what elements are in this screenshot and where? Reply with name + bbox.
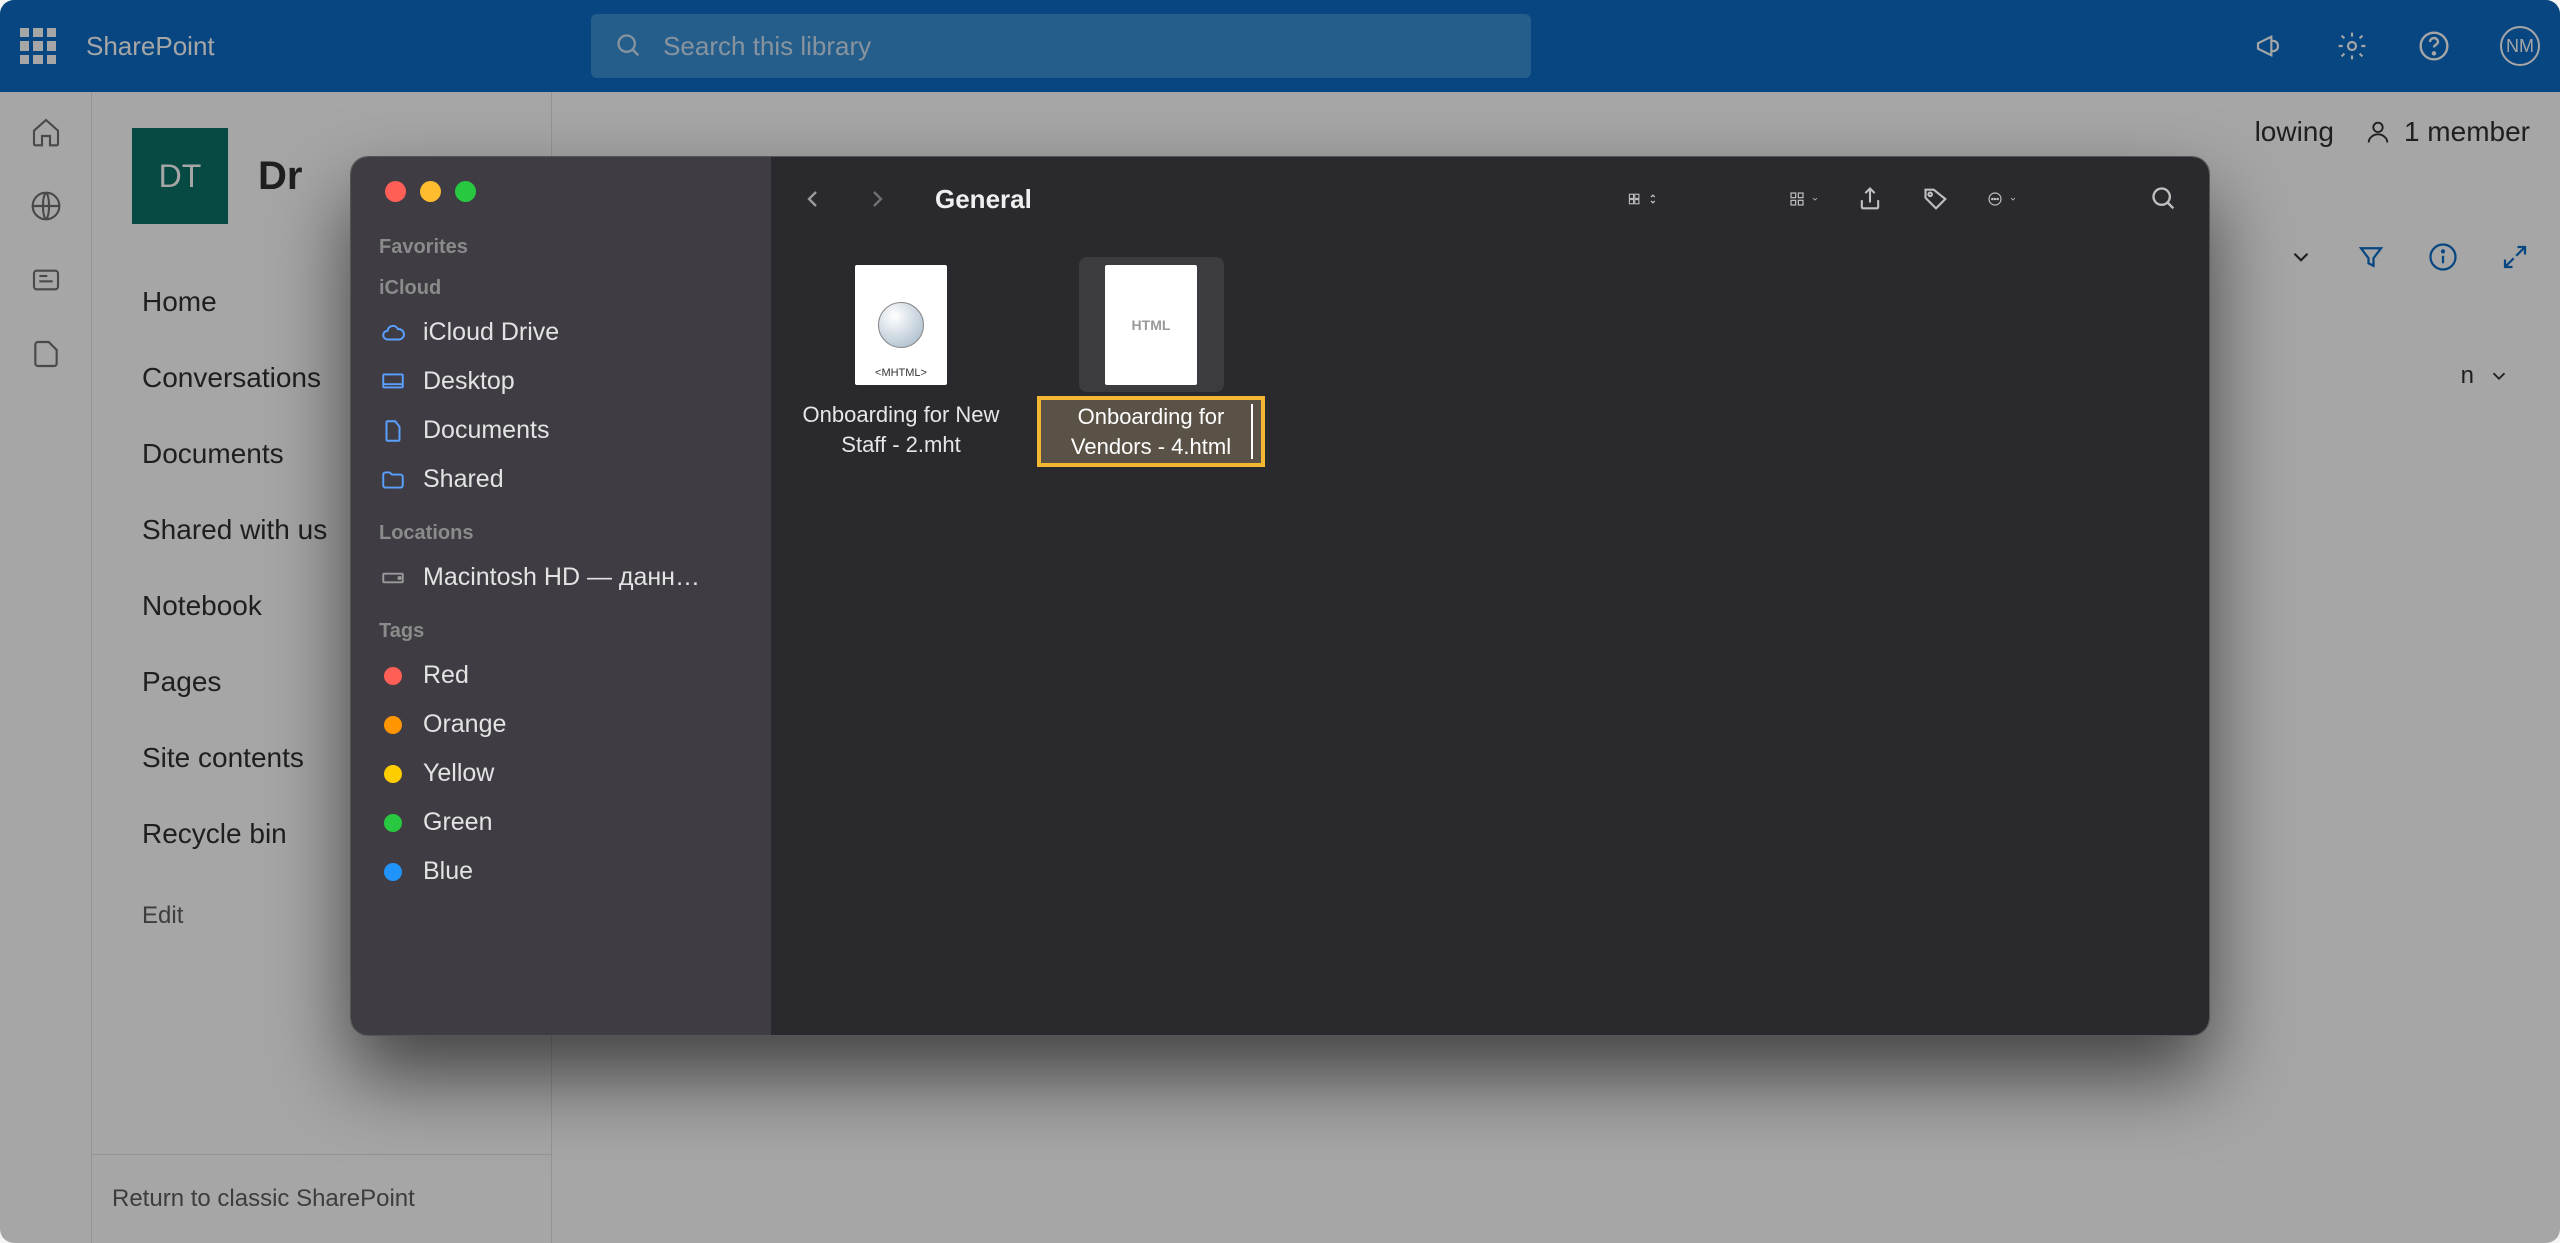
- sidebar-macintosh-hd[interactable]: Macintosh HD — данн…: [371, 553, 751, 602]
- file-name-label: Onboarding for New Staff - 2.mht: [791, 400, 1011, 459]
- search-button[interactable]: [2149, 184, 2179, 214]
- finder-sidebar: Favorites iCloud iCloud Drive Desktop Do…: [351, 157, 771, 1035]
- group-button[interactable]: [1789, 184, 1819, 214]
- window-controls: [371, 181, 751, 202]
- finder-window: Favorites iCloud iCloud Drive Desktop Do…: [350, 156, 2210, 1036]
- sidebar-tag-red[interactable]: Red: [371, 651, 751, 700]
- sidebar-tag-green[interactable]: Green: [371, 798, 751, 847]
- tag-label: Blue: [423, 857, 473, 886]
- tag-dot-icon: [384, 667, 402, 685]
- minimize-window-button[interactable]: [420, 181, 441, 202]
- finder-title: General: [935, 184, 1032, 215]
- file-name-label[interactable]: Onboarding for Vendors - 4.html: [1041, 400, 1261, 463]
- sidebar-icloud-header: iCloud: [379, 277, 743, 300]
- maximize-window-button[interactable]: [455, 181, 476, 202]
- file-icon-wrap: [829, 257, 974, 392]
- file-item[interactable]: HTML Onboarding for Vendors - 4.html: [1041, 257, 1261, 463]
- forward-icon[interactable]: [865, 187, 889, 211]
- file-icon-wrap: HTML: [1079, 257, 1224, 392]
- tag-label: Yellow: [423, 759, 494, 788]
- tag-dot-icon: [384, 765, 402, 783]
- tag-label: Orange: [423, 710, 506, 739]
- back-icon[interactable]: [801, 187, 825, 211]
- mht-file-icon: [855, 265, 947, 385]
- tag-button[interactable]: [1921, 184, 1951, 214]
- tag-label: Red: [423, 661, 469, 690]
- sidebar-item-label: iCloud Drive: [423, 318, 559, 347]
- sidebar-item-label: Macintosh HD — данн…: [423, 563, 700, 592]
- folder-icon: [379, 466, 407, 494]
- tag-label: Green: [423, 808, 492, 837]
- tag-dot-icon: [384, 716, 402, 734]
- sidebar-documents[interactable]: Documents: [371, 406, 751, 455]
- sidebar-tag-orange[interactable]: Orange: [371, 700, 751, 749]
- chevron-down-icon: [1811, 192, 1819, 206]
- close-window-button[interactable]: [385, 181, 406, 202]
- chevron-down-icon: [2009, 192, 2017, 206]
- sidebar-tag-blue[interactable]: Blue: [371, 847, 751, 896]
- more-button[interactable]: [1987, 184, 2017, 214]
- sidebar-icloud-drive[interactable]: iCloud Drive: [371, 308, 751, 357]
- finder-toolbar: General: [771, 157, 2209, 241]
- sidebar-locations-header: Locations: [379, 522, 743, 545]
- cloud-icon: [379, 319, 407, 347]
- sidebar-favorites-header: Favorites: [379, 236, 743, 259]
- document-icon: [379, 417, 407, 445]
- chevron-updown-icon: [1649, 189, 1657, 209]
- sidebar-shared[interactable]: Shared: [371, 455, 751, 504]
- desktop-icon: [379, 368, 407, 396]
- tag-dot-icon: [384, 863, 402, 881]
- sidebar-tag-yellow[interactable]: Yellow: [371, 749, 751, 798]
- sidebar-item-label: Documents: [423, 416, 549, 445]
- sidebar-item-label: Desktop: [423, 367, 515, 396]
- icon-view-button[interactable]: [1627, 184, 1657, 214]
- drive-icon: [379, 564, 407, 592]
- tag-dot-icon: [384, 814, 402, 832]
- sidebar-item-label: Shared: [423, 465, 504, 494]
- sidebar-desktop[interactable]: Desktop: [371, 357, 751, 406]
- sidebar-tags-header: Tags: [379, 620, 743, 643]
- file-item[interactable]: Onboarding for New Staff - 2.mht: [791, 257, 1011, 459]
- share-button[interactable]: [1855, 184, 1885, 214]
- finder-main: General: [771, 157, 2209, 1035]
- finder-file-area[interactable]: Onboarding for New Staff - 2.mht HTML On…: [771, 241, 2209, 1035]
- html-file-icon: HTML: [1105, 265, 1197, 385]
